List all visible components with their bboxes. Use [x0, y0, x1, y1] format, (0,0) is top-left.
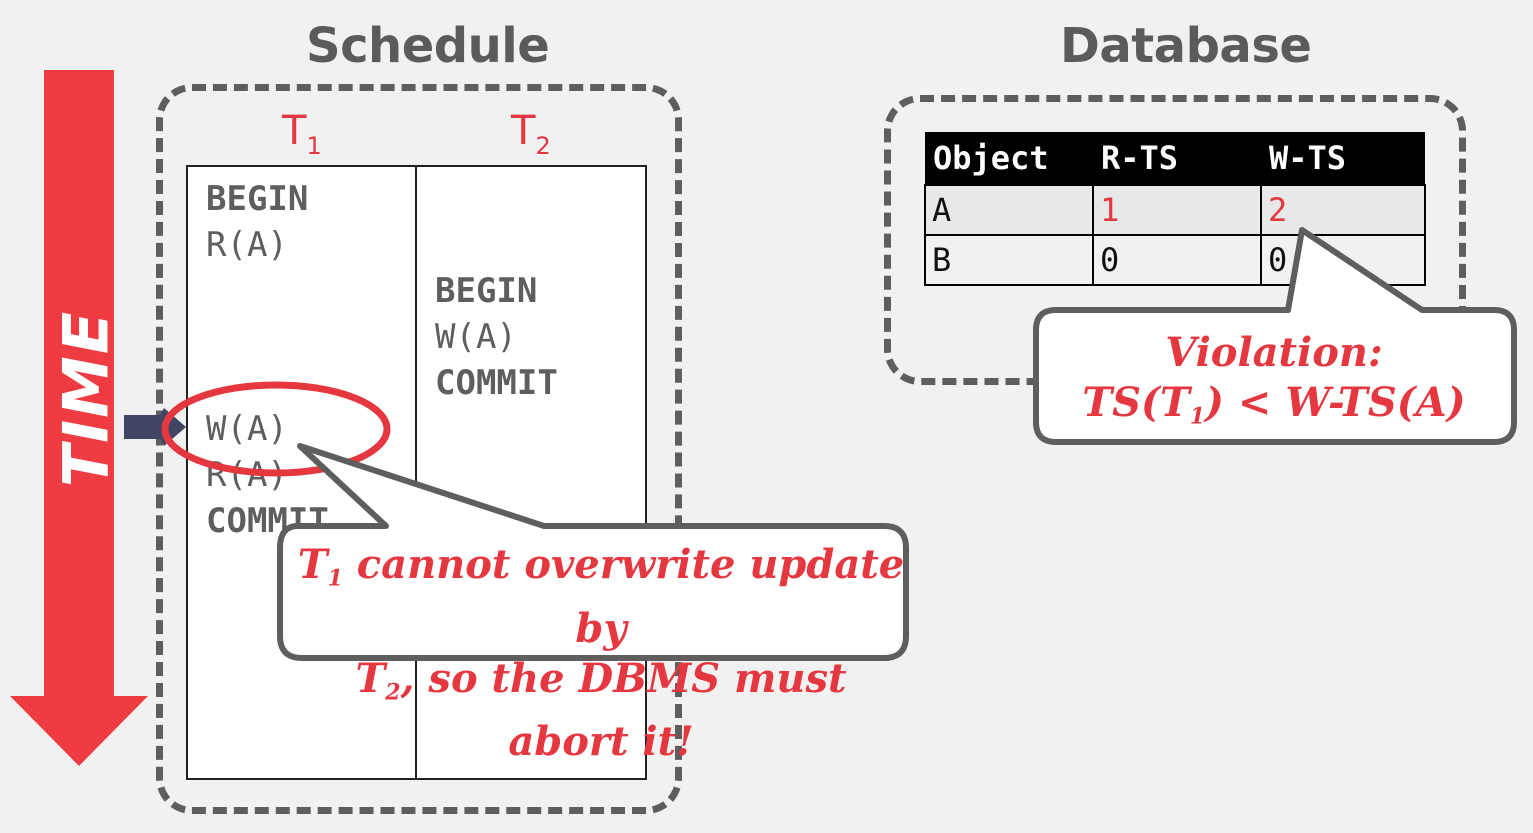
violation-callout-line1: Violation: [1165, 329, 1383, 376]
time-label: TIME [49, 309, 123, 488]
t2-subscript: 2 [535, 132, 551, 160]
schedule-heading: Schedule [306, 18, 550, 74]
t2-op-commit: COMMIT [435, 363, 558, 403]
abort-callout-line2: T2, so the DBMS must abort it! [355, 654, 847, 766]
t1-name: T [282, 108, 307, 154]
violation-callout-line2: TS(T1) < W-TS(A) [1082, 379, 1466, 430]
t2-op-begin: BEGIN [435, 271, 538, 311]
abort-callout-line1: T1 cannot overwrite update by [297, 541, 905, 652]
violation-callout-text: Violation: TS(T1) < W-TS(A) [1040, 328, 1508, 442]
abort-callout-text: T1 cannot overwrite update by T2, so the… [296, 540, 906, 767]
database-heading: Database [1060, 18, 1312, 74]
col-wts-header: W-TS [1261, 132, 1425, 185]
t2-label: T2 [511, 108, 551, 160]
t1-label: T1 [282, 108, 322, 160]
t2-name: T [511, 108, 536, 154]
t1-op-read-a: R(A) [206, 225, 288, 265]
table-header-row: Object R-TS W-TS [925, 132, 1425, 185]
t1-op-begin: BEGIN [206, 179, 309, 219]
t1-subscript: 1 [306, 132, 322, 160]
col-object-header: Object [925, 132, 1093, 185]
col-rts-header: R-TS [1093, 132, 1261, 185]
t2-op-write-a: W(A) [435, 317, 517, 357]
